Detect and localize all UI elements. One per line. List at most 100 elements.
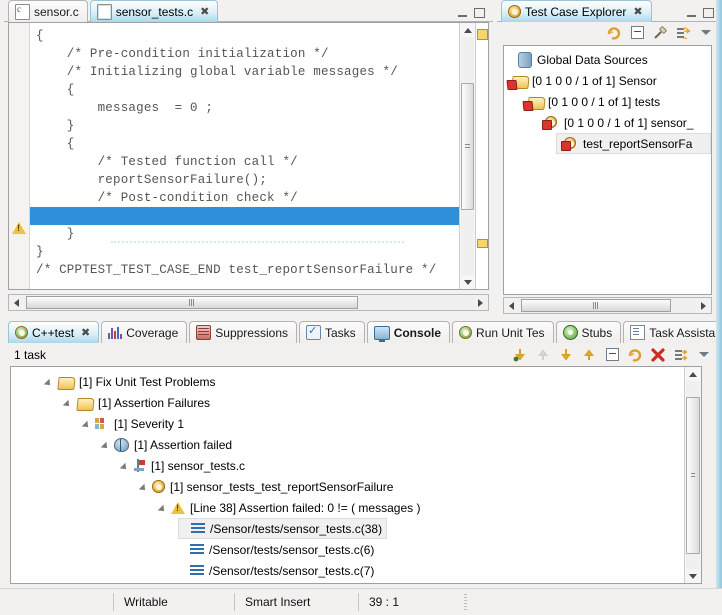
cpptest-view-toolbar: 1 task [8,343,718,366]
scrollbar-thumb[interactable] [461,83,474,210]
expand-twisty-icon[interactable] [159,503,168,512]
highlighted-code-line[interactable]: CPPTEST_ASSERT(0 != ( messages )); [30,207,459,225]
tree-row[interactable]: sensor_tests_test_reportSensorFailure [178,581,420,583]
tab-run-unit-tes[interactable]: Run Unit Tes [452,321,553,343]
code-text-area[interactable]: { /* Pre-condition initialization */ /* … [30,23,459,289]
tree-row[interactable]: /Sensor/tests/sensor_tests.c(6) [178,539,378,560]
overview-warning-marker[interactable] [477,239,488,248]
maximize-icon[interactable] [474,8,485,18]
tab-tasks[interactable]: Tasks [299,321,365,343]
scroll-up-arrow[interactable] [460,23,475,37]
editor-vertical-scrollbar[interactable] [459,23,475,289]
tree-item-label: /Sensor/tests/sensor_tests.c(6) [209,543,374,557]
results-vertical-scrollbar[interactable] [684,367,701,583]
test-case-icon [152,480,165,493]
pin-icon[interactable] [652,25,668,41]
close-icon[interactable]: ✖ [81,326,90,339]
test-case-explorer-toolbar [501,22,718,43]
warning-marker-icon[interactable] [12,221,26,235]
next-task-icon[interactable] [512,347,528,363]
down-icon[interactable] [558,347,574,363]
expand-twisty-icon[interactable] [140,482,149,491]
expand-twisty-icon[interactable] [121,461,130,470]
tree-item-global-data-sources[interactable]: Global Data Sources [504,49,711,70]
expand-twisty-icon[interactable] [45,377,54,386]
severity-icon [95,418,109,430]
tree-item-label: [0 1 0 0 / 1 of 1] sensor_ [564,116,693,130]
scroll-left-arrow[interactable] [9,295,24,310]
editor-overview-ruler[interactable] [475,23,488,289]
source-file-icon [133,459,146,472]
tab-c-test[interactable]: C++test ✖ [8,321,99,343]
expand-twisty-icon[interactable] [64,398,73,407]
refresh-icon[interactable] [606,25,622,41]
tree-row[interactable]: /Sensor/tests/sensor_tests.c(7) [178,560,378,581]
view-menu-icon[interactable] [698,25,714,41]
tab-coverage[interactable]: Coverage [101,321,187,343]
editor-tab-sensor-tests-c[interactable]: sensor_tests.c ✖ [90,0,219,22]
editor-annotation-ruler[interactable] [9,23,30,289]
close-icon[interactable]: ✖ [200,5,209,18]
tab-label: C++test [32,326,74,340]
editor-horizontal-scrollbar[interactable] [8,294,489,311]
editor-tab-sensor-c[interactable]: sensor.c [8,0,88,22]
tab-stubs[interactable]: Stubs [556,321,622,343]
minimize-icon[interactable] [686,8,697,18]
scroll-down-arrow[interactable] [685,569,701,583]
tree-item-label: [1] sensor_tests_test_reportSensorFailur… [170,480,393,494]
test-case-explorer-hscrollbar[interactable] [503,297,712,314]
maximize-icon[interactable] [703,8,714,18]
link-editor-icon[interactable] [675,25,691,41]
test-case-explorer-tree[interactable]: Global Data Sources [0 1 0 0 / 1 of 1] S… [503,45,712,295]
tree-item-tests[interactable]: [0 1 0 0 / 1 of 1] tests [504,91,711,112]
collapse-all-icon[interactable] [629,25,645,41]
c-file-icon [15,4,30,20]
cpptest-results-tree[interactable]: [1] Fix Unit Test Problems [1] Assertion … [11,367,684,583]
scroll-left-arrow[interactable] [504,298,519,313]
tab-task-assistan[interactable]: Task Assistan [623,321,722,343]
eclipse-workbench: sensor.c sensor_tests.c ✖ [0,0,722,615]
scrollbar-thumb[interactable] [26,296,358,309]
tree-item-label: [1] Assertion failed [134,438,232,452]
scroll-right-arrow[interactable] [696,298,711,313]
tab-suppressions[interactable]: Suppressions [189,321,297,343]
tree-item-test-report-sensor-failure[interactable]: test_reportSensorFa [556,133,711,154]
warning-icon [171,501,185,514]
close-icon[interactable]: ✖ [633,5,642,18]
cpptest-icon [459,326,472,339]
tree-row[interactable]: [1] sensor_tests.c [121,455,249,476]
tree-row[interactable]: [1] Fix Unit Test Problems [45,371,220,392]
overview-warning-marker[interactable] [477,29,488,40]
tab-label: Run Unit Tes [476,326,544,340]
scroll-right-arrow[interactable] [473,295,488,310]
tree-row[interactable]: [1] Assertion Failures [64,392,214,413]
tree-row[interactable]: /Sensor/tests/sensor_tests.c(38) [178,518,387,539]
delete-icon[interactable] [650,347,666,363]
scrollbar-thumb[interactable] [521,299,671,312]
minimize-icon[interactable] [457,8,468,18]
scrollbar-thumb[interactable] [686,397,700,554]
task-assistant-icon [630,325,645,340]
tab-test-case-explorer[interactable]: Test Case Explorer ✖ [501,0,652,22]
tree-item-label: [1] Assertion Failures [98,396,210,410]
tree-row[interactable]: [1] sensor_tests_test_reportSensorFailur… [140,476,397,497]
tree-row[interactable]: [Line 38] Assertion failed: 0 != ( messa… [159,497,424,518]
source-editor[interactable]: { /* Pre-condition initialization */ /* … [8,22,489,290]
filter-icon[interactable] [673,347,689,363]
prev-up-icon[interactable] [535,347,551,363]
scroll-down-arrow[interactable] [460,275,475,289]
view-title: Test Case Explorer [525,5,626,19]
tab-label: Suppressions [215,326,288,340]
expand-twisty-icon[interactable] [83,419,92,428]
refresh-icon[interactable] [627,347,643,363]
tree-item-sensor-suite[interactable]: [0 1 0 0 / 1 of 1] sensor_ [504,112,711,133]
scroll-up-arrow[interactable] [685,367,701,381]
tree-row[interactable]: [1] Severity 1 [83,413,188,434]
expand-twisty-icon[interactable] [102,440,111,449]
tree-row[interactable]: [1] Assertion failed [102,434,236,455]
collapse-all-icon[interactable] [604,347,620,363]
view-menu-icon[interactable] [696,347,712,363]
tree-item-sensor[interactable]: [0 1 0 0 / 1 of 1] Sensor [504,70,711,91]
tab-console[interactable]: Console [367,321,450,343]
up-icon[interactable] [581,347,597,363]
